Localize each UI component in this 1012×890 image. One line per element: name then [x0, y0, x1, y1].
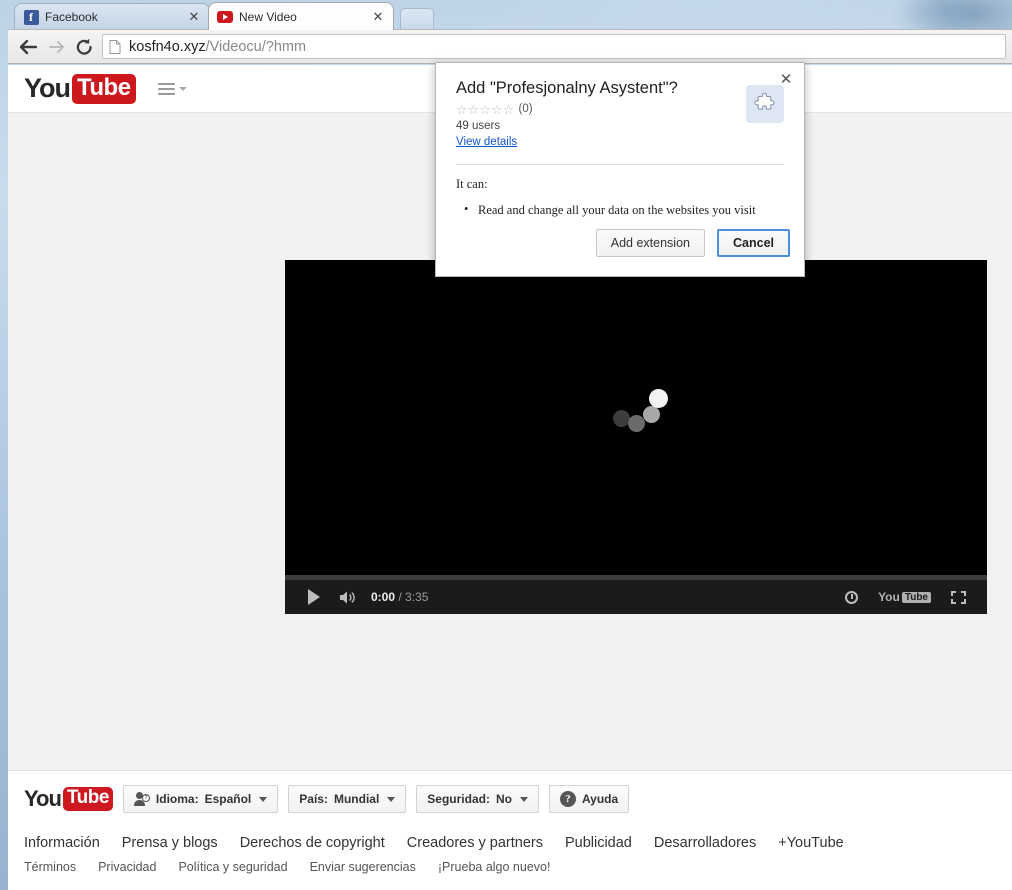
logo-text-you: You [24, 73, 71, 103]
country-selector-button[interactable]: País: Mundial [288, 785, 407, 813]
dialog-divider [456, 163, 784, 165]
logo-text-tube: Tube [72, 73, 136, 104]
safety-prefix: Seguridad: [427, 792, 490, 806]
youtube-icon [217, 9, 233, 25]
player-youtube-logo[interactable]: You Tube [878, 580, 931, 614]
language-value: Español [204, 792, 252, 806]
url-domain: kosfn4o.xyz [129, 38, 206, 55]
player-logo-you: You [878, 590, 900, 604]
browser-tab-facebook[interactable]: f Facebook ✕ [14, 3, 210, 30]
video-player[interactable]: 0:00 / 3:35 You Tube [285, 260, 987, 614]
page-document-icon [109, 39, 121, 54]
player-controls: 0:00 / 3:35 You Tube [285, 580, 987, 614]
chevron-down-icon [519, 796, 528, 802]
tab-close-icon[interactable]: ✕ [187, 9, 201, 25]
reload-icon[interactable] [70, 33, 98, 61]
address-bar[interactable]: kosfn4o.xyz/Videocu/?hmm [102, 34, 1006, 59]
guide-menu-button[interactable] [157, 82, 187, 95]
chevron-down-icon [178, 86, 187, 91]
youtube-footer: You Tube ? Idioma: Español País: Mundial… [8, 770, 1012, 890]
add-extension-button[interactable]: Add extension [595, 229, 705, 257]
help-button[interactable]: ? Ayuda [548, 785, 630, 813]
chevron-down-icon [387, 796, 396, 802]
cancel-button[interactable]: Cancel [717, 229, 790, 257]
forward-arrow-icon [42, 33, 70, 61]
dialog-title: Add "Profesjonalny Asystent"? [456, 79, 678, 97]
tab-close-icon[interactable]: ✕ [371, 9, 385, 25]
footer-link-prensa-y-blogs[interactable]: Prensa y blogs [122, 835, 218, 851]
time-display: 0:00 / 3:35 [371, 590, 428, 604]
rating-stars: ☆☆☆☆☆ (0) [456, 102, 790, 117]
footer-link-publicidad[interactable]: Publicidad [565, 835, 632, 851]
facebook-icon: f [23, 9, 39, 25]
player-logo-tube: Tube [901, 591, 931, 603]
tab-title: New Video [239, 9, 297, 24]
safety-value: No [495, 792, 512, 806]
address-bar-text: kosfn4o.xyz/Videocu/?hmm [129, 39, 306, 55]
footer-link-derechos-copyright[interactable]: Derechos de copyright [240, 835, 385, 851]
view-details-link[interactable]: View details [456, 136, 517, 148]
star-rating-glyphs: ☆☆☆☆☆ [456, 102, 515, 117]
footer-link-terminos[interactable]: Términos [24, 860, 76, 874]
safety-selector-button[interactable]: Seguridad: No [416, 785, 539, 813]
language-selector-button[interactable]: ? Idioma: Español [122, 785, 279, 813]
footer-logo-you: You [24, 786, 62, 811]
footer-link-prueba-algo-nuevo[interactable]: ¡Prueba algo nuevo! [438, 860, 551, 874]
footer-secondary-links: Términos Privacidad Política y seguridad… [24, 860, 996, 874]
browser-tab-new-video[interactable]: New Video ✕ [208, 2, 394, 30]
url-path: /Videocu/?hmm [205, 38, 307, 55]
duration: 3:35 [405, 590, 429, 604]
footer-link-politica-seguridad[interactable]: Política y seguridad [178, 860, 287, 874]
time-separator: / [395, 590, 406, 604]
person-icon: ? [133, 792, 150, 806]
footer-controls-row: You Tube ? Idioma: Español País: Mundial… [24, 785, 996, 813]
volume-icon[interactable] [331, 580, 365, 614]
loading-spinner-icon [613, 389, 668, 432]
extension-install-dialog: ✕ Add "Profesjonalny Asystent"? ☆☆☆☆☆ (0… [435, 62, 805, 277]
tab-title: Facebook [45, 10, 98, 24]
tab-strip: f Facebook ✕ New Video ✕ [8, 0, 1012, 30]
video-surface[interactable] [285, 260, 987, 574]
footer-link-desarrolladores[interactable]: Desarrolladores [654, 835, 756, 851]
play-button[interactable] [297, 580, 331, 614]
footer-link-privacidad[interactable]: Privacidad [98, 860, 156, 874]
fullscreen-icon[interactable] [941, 580, 975, 614]
rating-count: (0) [518, 103, 533, 116]
watch-later-clock-icon[interactable] [834, 580, 868, 614]
back-arrow-icon[interactable] [14, 33, 42, 61]
new-tab-button[interactable] [400, 8, 434, 29]
footer-link-informacion[interactable]: Información [24, 835, 100, 851]
language-prefix: Idioma: [155, 792, 199, 806]
footer-primary-links: Información Prensa y blogs Derechos de c… [24, 835, 996, 851]
dialog-buttons: Add extension Cancel [595, 229, 790, 257]
users-count: 49 users [456, 119, 501, 132]
help-label: Ayuda [581, 792, 619, 806]
hamburger-icon [157, 82, 175, 95]
footer-logo-tube: Tube [62, 787, 113, 811]
country-value: Mundial [333, 792, 380, 806]
footer-link-enviar-sugerencias[interactable]: Enviar sugerencias [310, 860, 416, 874]
country-prefix: País: [299, 792, 328, 806]
browser-toolbar: kosfn4o.xyz/Videocu/?hmm [8, 29, 1012, 64]
chevron-down-icon [259, 796, 268, 802]
footer-youtube-logo[interactable]: You Tube [24, 786, 113, 812]
permissions-label: It can: [456, 176, 488, 191]
youtube-logo[interactable]: You Tube [24, 73, 136, 104]
footer-link-plus-youtube[interactable]: +YouTube [778, 835, 843, 851]
permission-item: Read and change all your data on the web… [456, 202, 790, 218]
help-icon: ? [559, 791, 576, 807]
current-time: 0:00 [371, 590, 396, 604]
footer-link-creadores-partners[interactable]: Creadores y partners [407, 835, 543, 851]
puzzle-piece-icon [746, 85, 784, 123]
